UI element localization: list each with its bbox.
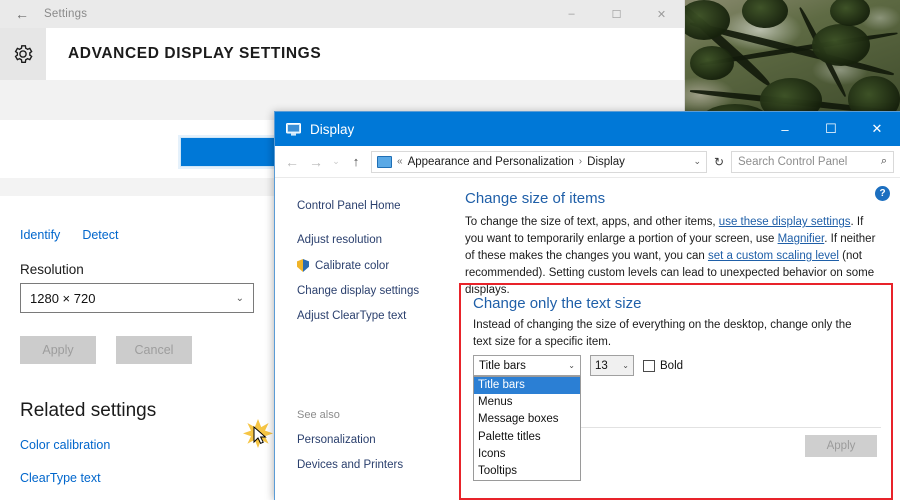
dropdown-option-icons[interactable]: Icons bbox=[474, 446, 580, 463]
dropdown-option-title-bars[interactable]: Title bars bbox=[474, 377, 580, 395]
see-also-section: See also Personalization Devices and Pri… bbox=[297, 409, 467, 484]
breadcrumb-display[interactable]: Display bbox=[587, 156, 625, 168]
close-icon[interactable]: ✕ bbox=[854, 112, 900, 146]
minimize-icon[interactable]: – bbox=[762, 112, 808, 146]
sidebar-label-change-display-settings: Change display settings bbox=[297, 285, 420, 297]
settings-header: ADVANCED DISPLAY SETTINGS bbox=[0, 28, 684, 80]
dropdown-option-message-boxes[interactable]: Message boxes bbox=[474, 411, 580, 428]
display-sidebar: Control Panel Home Adjust resolution Cal… bbox=[275, 178, 457, 500]
screen-root: ← Settings – ☐ ✕ ADVANCED DISPLAY SETTIN… bbox=[0, 0, 900, 500]
magnifier-icon: ⌕ bbox=[880, 155, 887, 167]
item-type-select[interactable]: Title bars ⌄ bbox=[473, 355, 581, 376]
sidebar-item-devices-and-printers[interactable]: Devices and Printers bbox=[297, 459, 467, 471]
chevron-down-icon[interactable]: ⌄ bbox=[693, 156, 701, 167]
address-monitor-icon bbox=[377, 155, 392, 168]
address-bar[interactable]: « Appearance and Personalization › Displ… bbox=[371, 150, 707, 173]
apply-button[interactable]: Apply bbox=[20, 336, 96, 364]
monitor-icon bbox=[285, 121, 301, 137]
dropdown-option-tooltips[interactable]: Tooltips bbox=[474, 463, 580, 480]
display-titlebar: Display – ☐ ✕ bbox=[275, 112, 900, 146]
identify-link[interactable]: Identify bbox=[20, 228, 60, 242]
text-size-apply-button[interactable]: Apply bbox=[805, 435, 877, 457]
dropdown-option-menus[interactable]: Menus bbox=[474, 394, 580, 411]
gear-icon[interactable] bbox=[0, 28, 46, 80]
use-these-display-settings-link[interactable]: use these display settings bbox=[719, 216, 851, 228]
minimize-icon[interactable]: – bbox=[549, 0, 594, 28]
display-main-panel: ? Change size of items To change the siz… bbox=[457, 178, 900, 500]
change-size-heading: Change size of items bbox=[465, 190, 606, 207]
sidebar-item-control-panel-home[interactable]: Control Panel Home bbox=[297, 200, 457, 212]
search-placeholder: Search Control Panel bbox=[738, 155, 848, 168]
sidebar-item-change-display-settings[interactable]: Change display settings bbox=[297, 285, 457, 297]
display-navigation-bar: ← → ⌄ ↑ « Appearance and Personalization… bbox=[275, 146, 900, 178]
sidebar-label-calibrate-color: Calibrate color bbox=[315, 259, 390, 272]
cancel-button[interactable]: Cancel bbox=[116, 336, 192, 364]
search-control-panel-input[interactable]: Search Control Panel ⌕ bbox=[731, 150, 894, 173]
see-also-label-devices: Devices and Printers bbox=[297, 459, 404, 471]
resolution-value: 1280 × 720 bbox=[30, 290, 96, 306]
sidebar-item-adjust-resolution[interactable]: Adjust resolution bbox=[297, 234, 457, 246]
detect-link[interactable]: Detect bbox=[82, 228, 118, 242]
refresh-icon[interactable]: ↻ bbox=[709, 155, 729, 169]
bold-label: Bold bbox=[660, 359, 684, 372]
resolution-select[interactable]: 1280 × 720 ⌄ bbox=[20, 283, 254, 313]
item-type-value: Title bars bbox=[479, 359, 526, 372]
chevron-down-icon: ⌄ bbox=[568, 361, 575, 370]
nav-forward-icon[interactable]: → bbox=[305, 154, 327, 170]
display-window-controls: – ☐ ✕ bbox=[762, 112, 900, 146]
chevron-down-icon: ⌄ bbox=[235, 292, 244, 304]
related-settings-heading: Related settings bbox=[20, 400, 157, 421]
related-link-color-calibration[interactable]: Color calibration bbox=[20, 438, 238, 452]
sidebar-item-personalization[interactable]: Personalization bbox=[297, 434, 467, 446]
maximize-icon[interactable]: ☐ bbox=[594, 0, 639, 28]
maximize-icon[interactable]: ☐ bbox=[808, 112, 854, 146]
settings-window-controls: – ☐ ✕ bbox=[549, 0, 684, 28]
change-text-size-highlight-box: Change only the text size Instead of cha… bbox=[459, 283, 893, 500]
related-settings-list: Color calibration ClearType text Advance… bbox=[20, 438, 238, 500]
shield-icon bbox=[297, 259, 309, 272]
related-link-cleartype-text[interactable]: ClearType text bbox=[20, 471, 238, 485]
sidebar-item-calibrate-color[interactable]: Calibrate color bbox=[297, 259, 457, 272]
nav-back-icon[interactable]: ← bbox=[281, 154, 303, 170]
identify-detect-links: Identify Detect bbox=[20, 228, 118, 242]
nav-recent-locations-icon[interactable]: ⌄ bbox=[329, 156, 343, 167]
page-title: ADVANCED DISPLAY SETTINGS bbox=[68, 45, 322, 62]
breadcrumb-separator-icon: › bbox=[578, 156, 583, 167]
sidebar-label-adjust-cleartype: Adjust ClearType text bbox=[297, 310, 407, 322]
help-glyph: ? bbox=[879, 188, 886, 199]
bold-checkbox-group[interactable]: Bold bbox=[643, 359, 684, 372]
see-also-label: See also bbox=[297, 409, 340, 421]
sidebar-item-adjust-cleartype-text[interactable]: Adjust ClearType text bbox=[297, 310, 457, 322]
breadcrumb-appearance[interactable]: Appearance and Personalization bbox=[408, 156, 574, 168]
resolution-label: Resolution bbox=[20, 262, 84, 277]
change-text-size-description: Instead of changing the size of everythi… bbox=[473, 319, 852, 349]
close-icon[interactable]: ✕ bbox=[639, 0, 684, 28]
settings-titlebar: ← Settings – ☐ ✕ bbox=[0, 0, 684, 28]
change-text-size-heading: Change only the text size bbox=[473, 295, 642, 312]
magnifier-link[interactable]: Magnifier bbox=[778, 233, 825, 245]
font-size-value: 13 bbox=[595, 359, 608, 372]
address-prefix: « bbox=[397, 156, 403, 167]
display-window-title: Display bbox=[310, 121, 355, 137]
size-text-1: To change the size of text, apps, and ot… bbox=[465, 216, 719, 228]
display-window-body: Control Panel Home Adjust resolution Cal… bbox=[275, 178, 900, 500]
nav-up-icon[interactable]: ↑ bbox=[345, 154, 367, 169]
settings-button-row: Apply Cancel bbox=[20, 336, 192, 364]
chevron-down-icon: ⌄ bbox=[622, 361, 629, 370]
display-control-panel-window: Display – ☐ ✕ ← → ⌄ ↑ « Appearance and P… bbox=[275, 112, 900, 500]
item-type-dropdown-list[interactable]: Title bars Menus Message boxes Palette t… bbox=[473, 376, 581, 482]
bold-checkbox[interactable] bbox=[643, 359, 655, 372]
help-icon[interactable]: ? bbox=[875, 186, 890, 201]
back-arrow-icon[interactable]: ← bbox=[0, 0, 44, 28]
sidebar-label-adjust-resolution: Adjust resolution bbox=[297, 234, 383, 246]
settings-window-title: Settings bbox=[44, 8, 88, 20]
custom-scaling-level-link[interactable]: set a custom scaling level bbox=[708, 250, 839, 262]
text-size-controls-row: Title bars ⌄ 13 ⌄ Bold bbox=[473, 355, 683, 376]
dropdown-option-palette-titles[interactable]: Palette titles bbox=[474, 429, 580, 446]
sidebar-label-home: Control Panel Home bbox=[297, 200, 401, 212]
font-size-select[interactable]: 13 ⌄ bbox=[590, 355, 634, 376]
see-also-label-personalization: Personalization bbox=[297, 434, 376, 446]
